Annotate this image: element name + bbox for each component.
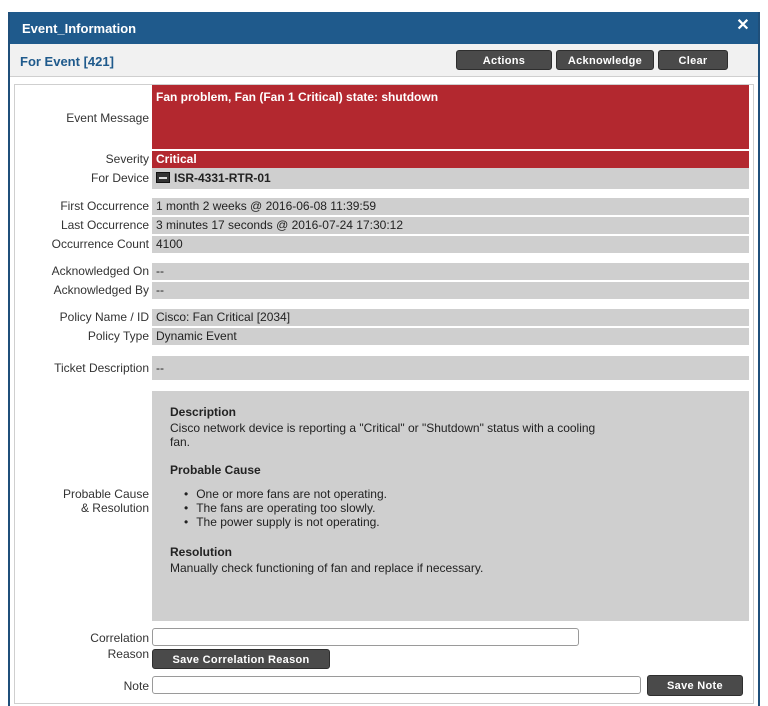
policy-type-label: Policy Type (87, 329, 149, 343)
ticket-description-label: Ticket Description (54, 361, 149, 375)
occurrence-count-value: 4100 (152, 236, 749, 253)
event-header: For Event [421] Actions Acknowledge Clea… (10, 44, 758, 77)
note-label: Note (123, 679, 149, 693)
probable-cause-label: Probable Cause (62, 487, 149, 501)
probable-cause-item: One or more fans are not operating. (196, 487, 731, 501)
policy-name-label: Policy Name / ID (59, 310, 149, 324)
description-text-line1: Cisco network device is reporting a "Cri… (170, 421, 596, 435)
close-icon[interactable]: ✕ (734, 16, 752, 36)
for-device-label: For Device (90, 171, 149, 185)
for-device-value[interactable]: ISR-4331-RTR-01 (152, 168, 749, 189)
description-heading: Description (170, 405, 237, 419)
policy-type-value: Dynamic Event (152, 328, 749, 345)
probable-cause-resolution-box: Description Cisco network device is repo… (152, 391, 749, 621)
acknowledge-button[interactable]: Acknowledge (556, 50, 654, 70)
severity-label: Severity (105, 152, 149, 166)
acknowledged-on-label: Acknowledged On (51, 264, 149, 278)
save-note-button[interactable]: Save Note (647, 675, 743, 696)
acknowledged-on-value: -- (152, 263, 749, 280)
last-occurrence-value: 3 minutes 17 seconds @ 2016-07-24 17:30:… (152, 217, 749, 234)
correlation-reason-label-line2: Reason (107, 647, 149, 661)
window-titlebar[interactable]: Event_Information ✕ (10, 12, 758, 44)
device-icon (156, 172, 170, 183)
probable-cause-item: The power supply is not operating. (196, 515, 731, 529)
resolution-heading: Resolution (170, 545, 232, 559)
event-information-window: Event_Information ✕ For Event [421] Acti… (8, 12, 760, 706)
save-correlation-reason-button[interactable]: Save Correlation Reason (152, 649, 330, 669)
actions-button[interactable]: Actions (456, 50, 552, 70)
last-occurrence-label: Last Occurrence (60, 218, 149, 232)
first-occurrence-label: First Occurrence (60, 199, 149, 213)
event-message-value: Fan problem, Fan (Fan 1 Critical) state:… (152, 85, 749, 149)
policy-name-value[interactable]: Cisco: Fan Critical [2034] (152, 309, 749, 326)
probable-cause-heading: Probable Cause (170, 463, 261, 477)
correlation-reason-input[interactable] (152, 628, 579, 646)
ticket-description-value: -- (152, 356, 749, 380)
window-title: Event_Information (22, 21, 137, 36)
occurrence-count-label: Occurrence Count (51, 237, 149, 251)
event-message-label: Event Message (66, 111, 149, 125)
event-details-scroll: Event Message Fan problem, Fan (Fan 1 Cr… (14, 84, 754, 704)
first-occurrence-value: 1 month 2 weeks @ 2016-06-08 11:39:59 (152, 198, 749, 215)
event-id-label: For Event [421] (20, 54, 114, 69)
resolution-text: Manually check functioning of fan and re… (170, 561, 484, 575)
device-name-link[interactable]: ISR-4331-RTR-01 (174, 171, 271, 185)
clear-button[interactable]: Clear (658, 50, 728, 70)
correlation-reason-label: Correlation (90, 631, 149, 645)
severity-value: Critical (152, 151, 749, 168)
probable-cause-label-line2: & Resolution (80, 501, 149, 515)
note-input[interactable] (152, 676, 641, 694)
probable-cause-item: The fans are operating too slowly. (196, 501, 731, 515)
event-details-panel[interactable]: Event Message Fan problem, Fan (Fan 1 Cr… (10, 78, 758, 706)
acknowledged-by-label: Acknowledged By (53, 283, 149, 297)
acknowledged-by-value: -- (152, 282, 749, 299)
description-text-line2: fan. (170, 435, 191, 449)
probable-cause-list: One or more fans are not operating. The … (170, 487, 731, 529)
